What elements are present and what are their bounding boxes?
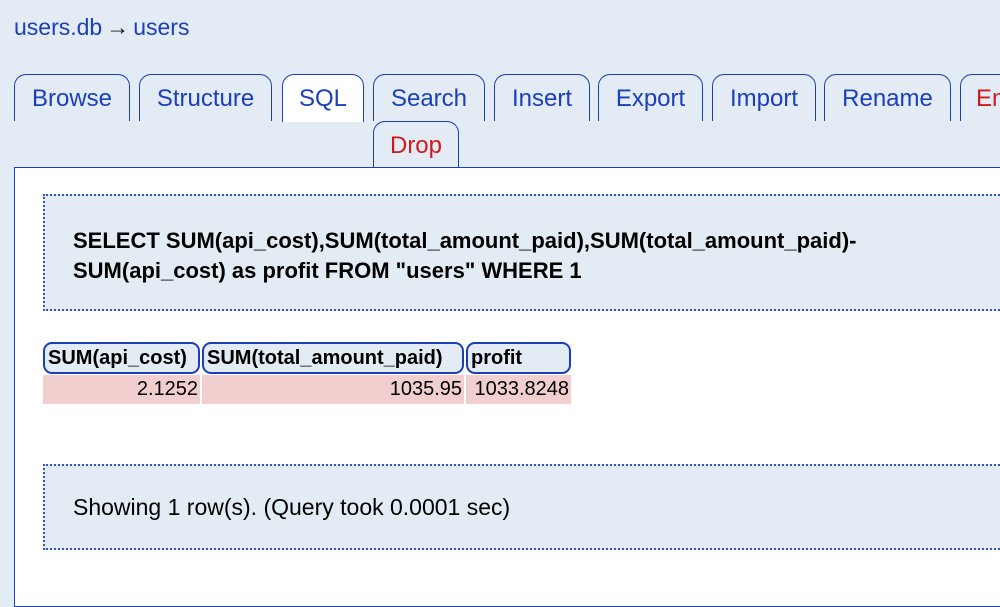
tab-drop[interactable]: Drop — [373, 121, 459, 168]
tab-browse[interactable]: Browse — [14, 74, 130, 121]
status-message: Showing 1 row(s). (Query took 0.0001 sec… — [73, 494, 511, 520]
column-header-sum-total-amount-paid[interactable]: SUM(total_amount_paid) — [202, 342, 464, 374]
table-cell-profit: 1033.8248 — [466, 375, 571, 404]
column-header-sum-api-cost[interactable]: SUM(api_cost) — [43, 342, 200, 374]
table-cell-sum-total-amount-paid: 1035.95 — [202, 375, 464, 404]
sql-panel: SELECT SUM(api_cost),SUM(total_amount_pa… — [14, 167, 1000, 607]
status-box: Showing 1 row(s). (Query took 0.0001 sec… — [43, 464, 1000, 550]
tab-insert[interactable]: Insert — [494, 74, 590, 121]
tab-rename[interactable]: Rename — [824, 74, 951, 121]
tab-bar: Browse Structure SQL Search Insert Expor… — [0, 0, 1000, 170]
tab-structure[interactable]: Structure — [139, 74, 272, 121]
query-box: SELECT SUM(api_cost),SUM(total_amount_pa… — [43, 194, 1000, 311]
table-cell-sum-api-cost: 2.1252 — [43, 375, 200, 404]
tab-empty[interactable]: Em — [960, 74, 1000, 121]
tab-export[interactable]: Export — [598, 74, 703, 121]
tab-sql[interactable]: SQL — [282, 74, 364, 122]
sql-query-text: SELECT SUM(api_cost),SUM(total_amount_pa… — [73, 228, 857, 283]
tab-import[interactable]: Import — [712, 74, 816, 121]
tab-search[interactable]: Search — [373, 74, 485, 121]
column-header-profit[interactable]: profit — [466, 342, 571, 374]
